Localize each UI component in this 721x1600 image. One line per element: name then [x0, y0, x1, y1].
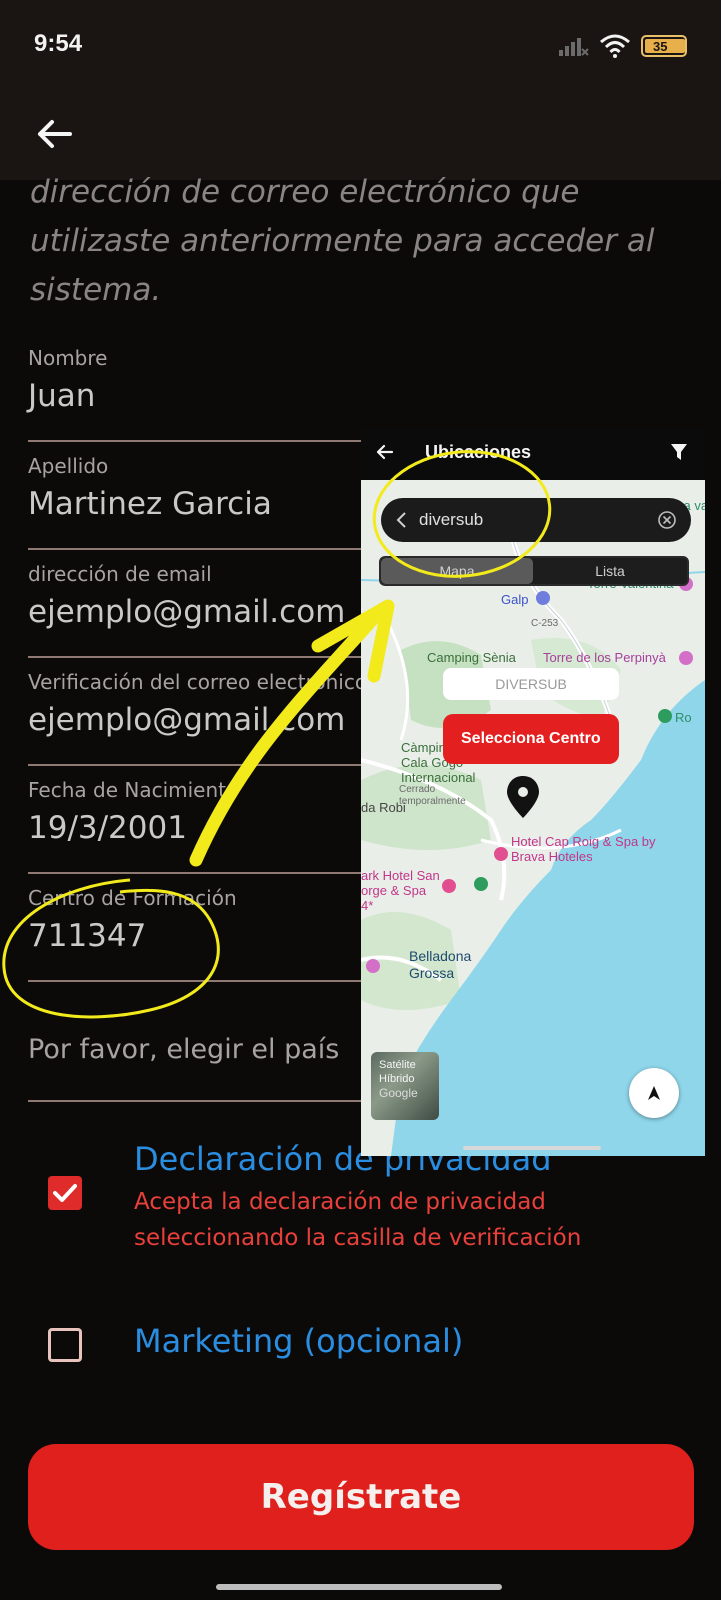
annotation-arrow: [189, 613, 379, 867]
annotation-circle-search: [372, 450, 552, 578]
annotation-circle-code: [2, 878, 220, 1019]
annotation-layer: [2, 450, 552, 1019]
